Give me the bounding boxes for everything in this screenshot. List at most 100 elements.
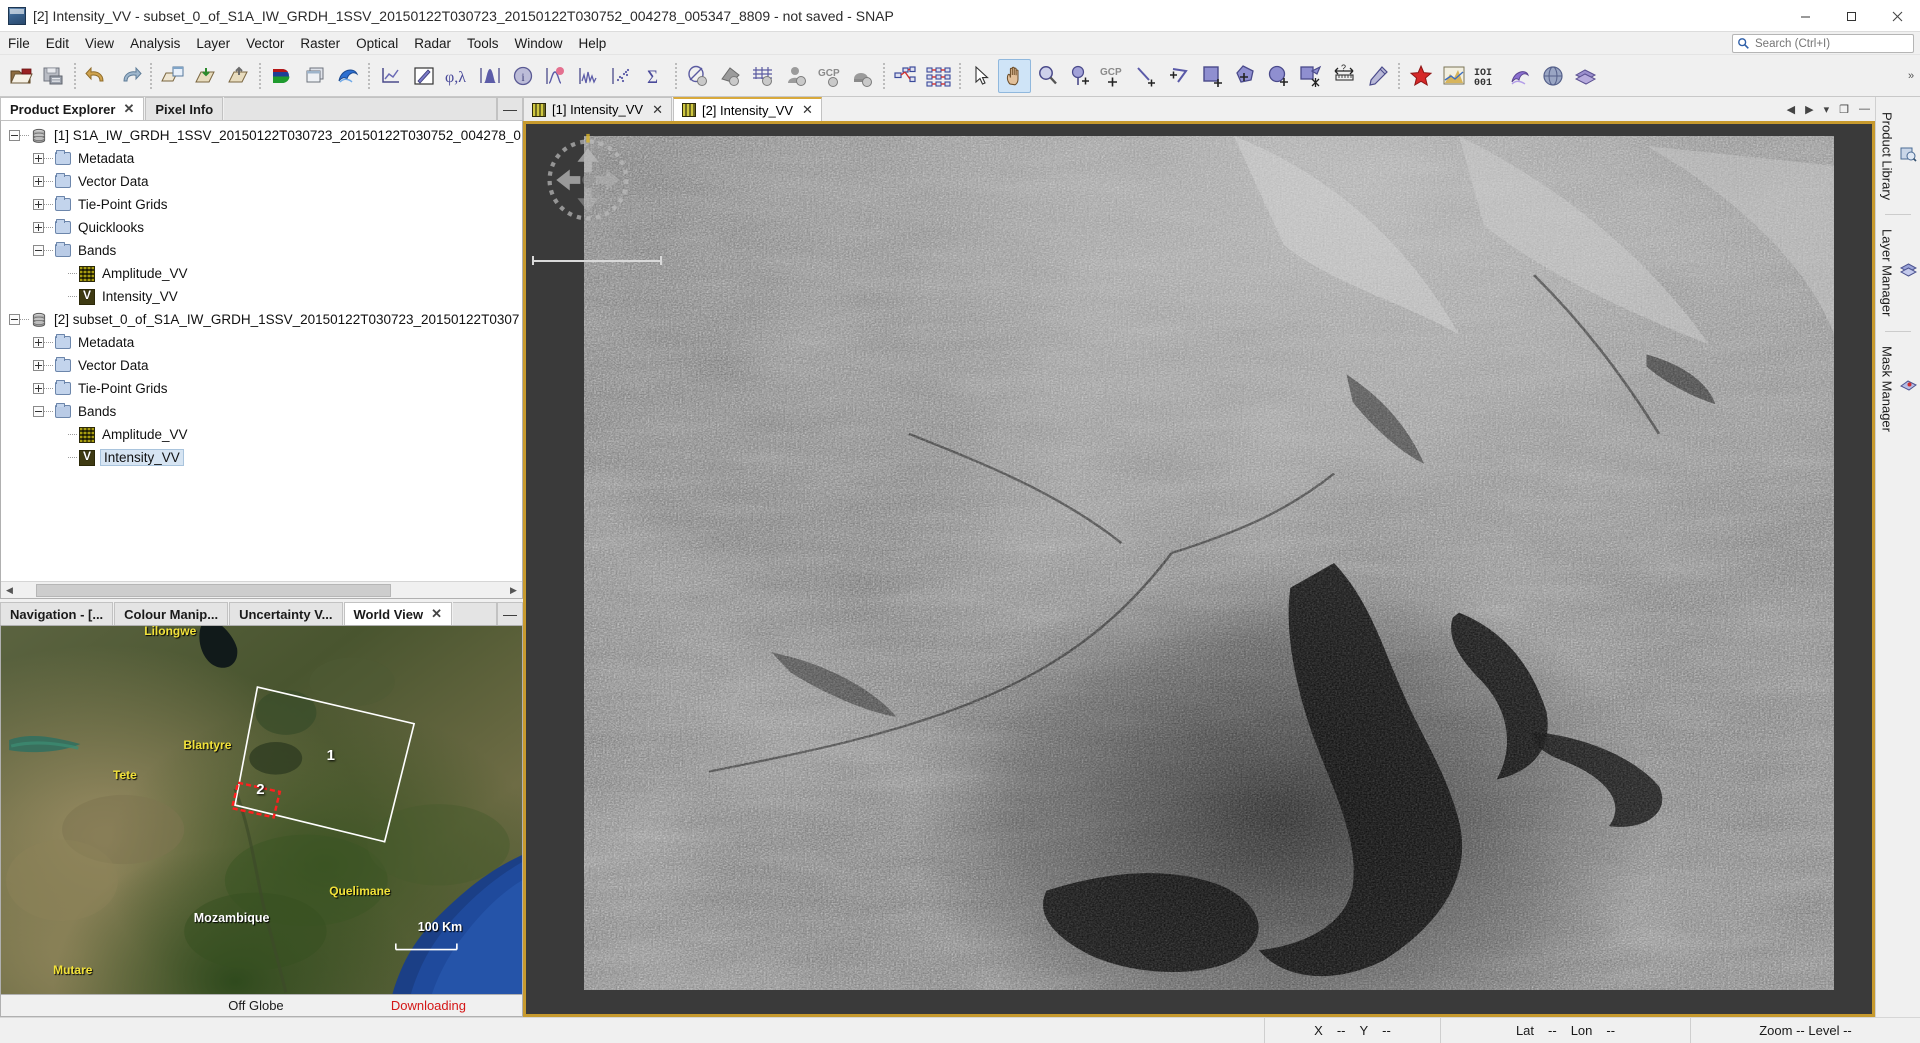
menu-help[interactable]: Help xyxy=(571,33,615,54)
tree-node[interactable]: Tie-Point Grids xyxy=(1,377,522,400)
pin-placing-tool-button[interactable] xyxy=(1064,59,1097,93)
menu-vector[interactable]: Vector xyxy=(238,33,292,54)
collapse-icon[interactable] xyxy=(9,130,20,141)
menu-window[interactable]: Window xyxy=(507,33,571,54)
float-window-icon[interactable]: ❐ xyxy=(1836,103,1852,116)
measure-tool-button[interactable]: ? xyxy=(1328,59,1361,93)
pan-tool-button[interactable] xyxy=(998,58,1031,93)
tile-windows-button[interactable] xyxy=(298,59,331,93)
selection-tool-button[interactable] xyxy=(965,59,998,93)
tab-uncertainty-visualisation[interactable]: Uncertainty V... xyxy=(229,602,343,625)
menu-layer[interactable]: Layer xyxy=(188,33,238,54)
polyline-drawing-tool-button[interactable] xyxy=(1163,59,1196,93)
gcp-overlay-button[interactable]: GCP xyxy=(813,59,846,93)
save-product-button[interactable] xyxy=(37,59,70,93)
tree-node[interactable]: Bands xyxy=(1,239,522,262)
collapse-icon[interactable] xyxy=(33,406,44,417)
tree-horizontal-scrollbar[interactable]: ◀ ▶ xyxy=(1,581,522,598)
scroll-left-icon[interactable]: ◀ xyxy=(1,581,18,598)
sar-intensity-image[interactable] xyxy=(584,136,1834,990)
menu-optical[interactable]: Optical xyxy=(348,33,406,54)
expand-icon[interactable] xyxy=(33,337,44,348)
open-rgb-image-window-button[interactable] xyxy=(156,59,189,93)
editor-tab-2[interactable]: [2] Intensity_VV ✕ xyxy=(672,97,822,121)
menu-tools[interactable]: Tools xyxy=(459,33,507,54)
menu-view[interactable]: View xyxy=(77,33,122,54)
tab-list-icon[interactable]: ▾ xyxy=(1821,103,1833,116)
tree-node[interactable]: Tie-Point Grids xyxy=(1,193,522,216)
scroll-tabs-right-icon[interactable]: ▶ xyxy=(1802,103,1816,116)
vtab-layer-manager[interactable]: Layer Manager xyxy=(1875,220,1920,325)
tree-node[interactable]: Amplitude_VV xyxy=(1,262,522,285)
terrain-correction-button[interactable] xyxy=(1437,59,1470,93)
world-view-canvas[interactable] xyxy=(1,626,522,995)
expand-icon[interactable] xyxy=(33,176,44,187)
tree-node[interactable]: [2] subset_0_of_S1A_IW_GRDH_1SSV_2015012… xyxy=(1,308,522,331)
redo-button[interactable] xyxy=(113,59,146,93)
tab-colour-manipulation[interactable]: Colour Manip... xyxy=(114,602,229,625)
polarimetric-button[interactable] xyxy=(1536,59,1569,93)
zoom-tool-button[interactable] xyxy=(1031,59,1064,93)
information-button[interactable]: i xyxy=(506,59,539,93)
minimize-editor-icon[interactable]: — xyxy=(1856,103,1873,115)
close-button[interactable] xyxy=(1874,0,1920,32)
menu-analysis[interactable]: Analysis xyxy=(122,33,188,54)
tree-node[interactable]: Vector Data xyxy=(1,354,522,377)
no-data-overlay-button[interactable] xyxy=(681,59,714,93)
vtab-product-library[interactable]: Product Library xyxy=(1875,103,1920,209)
tree-node[interactable]: Vector Data xyxy=(1,170,522,193)
polygon-drawing-tool-button[interactable] xyxy=(1229,59,1262,93)
graph-builder-button[interactable] xyxy=(889,59,922,93)
product-tree[interactable]: [1] S1A_IW_GRDH_1SSV_20150122T030723_201… xyxy=(1,121,522,469)
information-histogram-button[interactable] xyxy=(473,59,506,93)
magic-wand-tool-button[interactable] xyxy=(1295,59,1328,93)
toolbar-overflow[interactable]: » xyxy=(1904,55,1918,97)
vtab-mask-manager[interactable]: Mask Manager xyxy=(1875,337,1920,441)
tree-node[interactable]: Quicklooks xyxy=(1,216,522,239)
expand-icon[interactable] xyxy=(33,383,44,394)
scroll-right-icon[interactable]: ▶ xyxy=(505,581,522,598)
tree-node[interactable]: Bands xyxy=(1,400,522,423)
profile-plot-button[interactable] xyxy=(374,59,407,93)
search-input[interactable] xyxy=(1753,36,1913,51)
maximize-button[interactable] xyxy=(1828,0,1874,32)
batch-processing-button[interactable] xyxy=(922,59,955,93)
image-view-canvas[interactable] xyxy=(526,124,1872,1014)
range-finder-button[interactable] xyxy=(1361,59,1394,93)
close-icon[interactable]: ✕ xyxy=(802,102,813,118)
ocean-tools-button[interactable] xyxy=(1503,59,1536,93)
editor-tab-1[interactable]: [1] Intensity_VV ✕ xyxy=(523,97,672,121)
expand-icon[interactable] xyxy=(33,360,44,371)
line-drawing-tool-button[interactable] xyxy=(1130,59,1163,93)
tree-node[interactable]: Metadata xyxy=(1,331,522,354)
minimize-panel-button[interactable]: — xyxy=(497,602,523,625)
spectrum-view-button[interactable] xyxy=(572,59,605,93)
scroll-thumb[interactable] xyxy=(36,583,391,597)
expand-icon[interactable] xyxy=(33,153,44,164)
export-data-button[interactable] xyxy=(222,59,255,93)
ellipse-drawing-tool-button[interactable] xyxy=(1262,59,1295,93)
mask-overlay-button[interactable] xyxy=(846,59,879,93)
close-icon[interactable]: ✕ xyxy=(431,606,442,622)
colour-manipulation-button[interactable] xyxy=(407,59,440,93)
world-wind-button[interactable] xyxy=(331,59,364,93)
tab-world-view[interactable]: World View ✕ xyxy=(343,602,453,625)
scroll-track[interactable] xyxy=(18,581,505,598)
scroll-tabs-left-icon[interactable]: ◀ xyxy=(1784,103,1798,116)
rgb-image-view-button[interactable] xyxy=(265,59,298,93)
undo-button[interactable] xyxy=(80,59,113,93)
tree-node[interactable]: Intensity_VV xyxy=(1,285,522,308)
tab-pixel-info[interactable]: Pixel Info xyxy=(145,97,224,120)
geo-coding-button[interactable]: φ,λ xyxy=(440,59,473,93)
rectangle-drawing-tool-button[interactable] xyxy=(1196,59,1229,93)
toolbar-overflow-icon[interactable]: » xyxy=(1904,70,1918,82)
pin-overlay-button[interactable] xyxy=(780,59,813,93)
collapse-icon[interactable] xyxy=(33,245,44,256)
interferogram-button[interactable]: IOI 001 xyxy=(1470,59,1503,93)
tree-node[interactable]: [1] S1A_IW_GRDH_1SSV_20150122T030723_201… xyxy=(1,124,522,147)
geometry-overlay-button[interactable] xyxy=(714,59,747,93)
world-view-map[interactable]: Lilongwe Blantyre Tete Quelimane Mozambi… xyxy=(0,625,523,995)
sum-button[interactable]: Σ xyxy=(638,59,671,93)
expand-icon[interactable] xyxy=(33,199,44,210)
close-icon[interactable]: ✕ xyxy=(123,101,134,117)
